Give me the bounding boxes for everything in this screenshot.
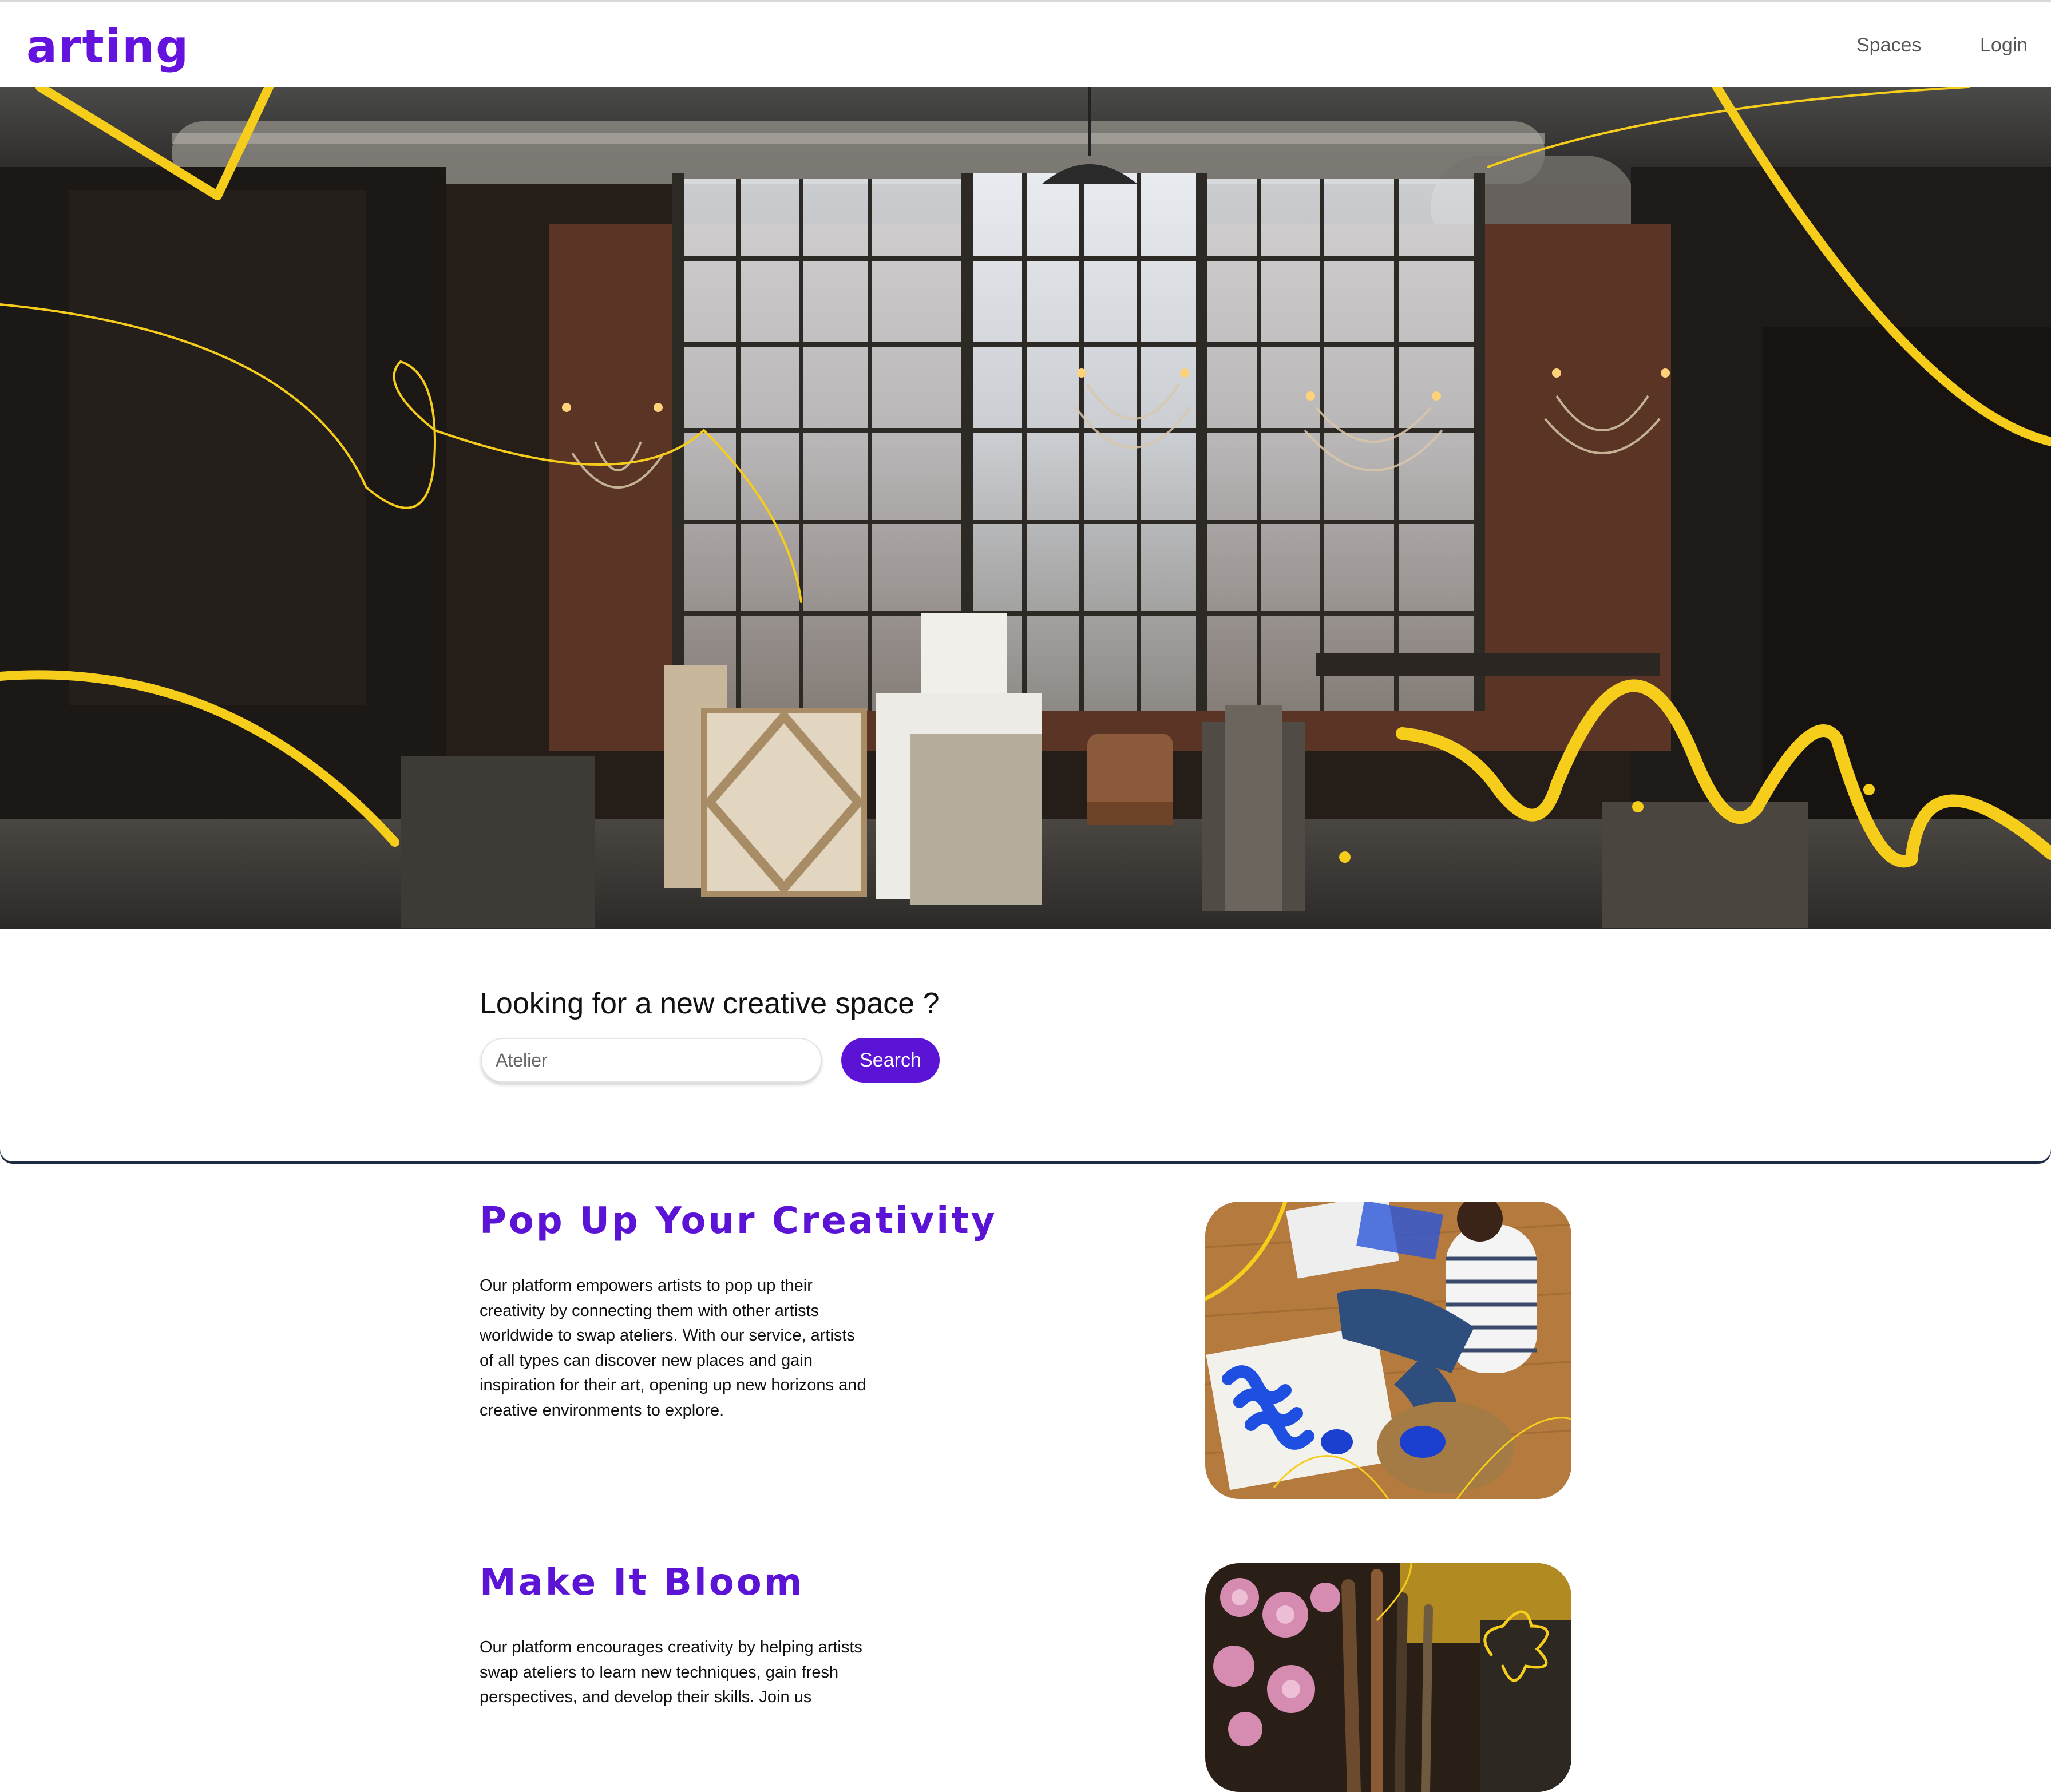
hero-studio-image <box>0 87 2051 929</box>
feature-title-creativity: Pop Up Your Creativity <box>480 1200 997 1242</box>
search-input[interactable] <box>481 1038 822 1083</box>
hero-banner <box>0 87 2051 929</box>
feature-image-flowers-brushes <box>1205 1563 1571 1792</box>
feature-title-bloom: Make It Bloom <box>480 1561 805 1604</box>
feature-image-artist-painting <box>1205 1202 1571 1499</box>
artist-painting-image <box>1205 1202 1571 1499</box>
nav-link-spaces[interactable]: Spaces <box>1856 31 1921 60</box>
logo[interactable]: arting <box>26 19 189 74</box>
search-section: Looking for a new creative space ? Searc… <box>0 929 2051 1161</box>
top-nav: arting Spaces Login <box>0 0 2051 87</box>
nav-link-login[interactable]: Login <box>1980 31 2028 60</box>
feature-text-creativity: Our platform empowers artists to pop up … <box>480 1276 866 1420</box>
search-heading: Looking for a new creative space ? <box>480 987 940 1020</box>
flowers-brushes-image <box>1205 1563 1571 1792</box>
feature-text-bloom: Our platform encourages creativity by he… <box>480 1638 862 1706</box>
search-button[interactable]: Search <box>841 1038 940 1083</box>
